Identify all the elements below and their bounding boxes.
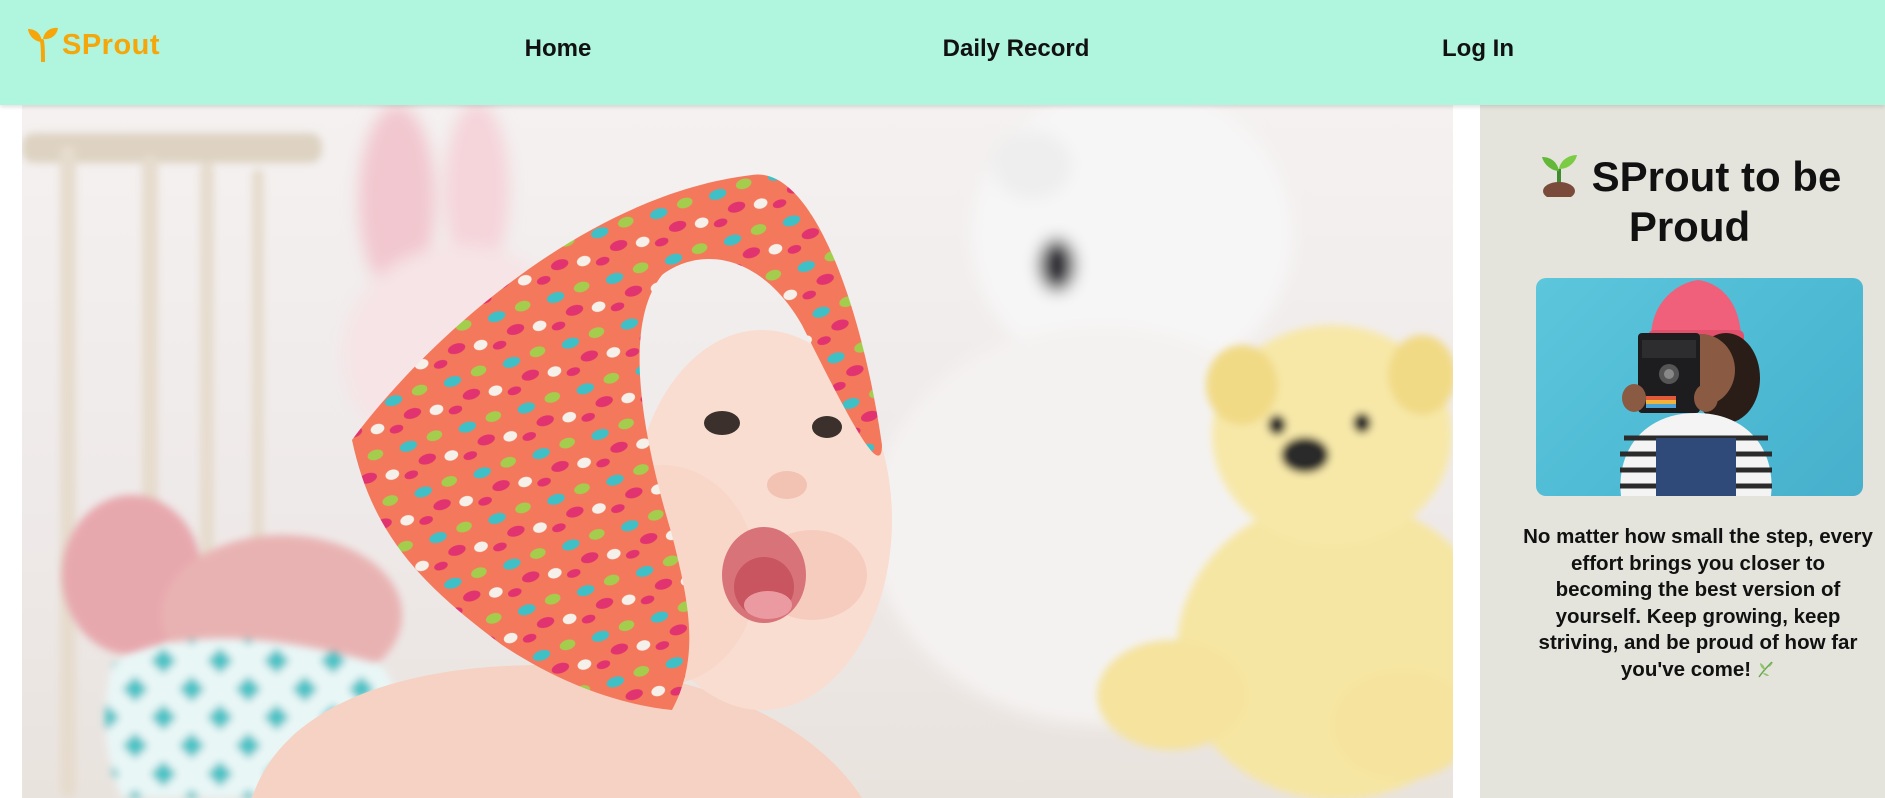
child-with-camera-image xyxy=(1536,278,1863,496)
seedling-icon xyxy=(1541,155,1577,197)
sidebar-title: SProut to be Proud xyxy=(1480,149,1885,252)
brand-name: SProut xyxy=(62,29,161,61)
child-camera-photo xyxy=(1620,280,1772,496)
sprout-logo-icon xyxy=(28,27,58,62)
sidebar-title-text: SProut to be Proud xyxy=(1591,153,1842,250)
hero-baby-photo xyxy=(22,105,1453,798)
nav-home-link[interactable]: Home xyxy=(525,35,592,63)
motivation-sidebar: SProut to be Proud No matter how small t… xyxy=(1480,105,1885,798)
nav-login-link[interactable]: Log In xyxy=(1442,35,1514,63)
herb-icon xyxy=(1758,660,1774,677)
top-navigation-bar: SProut Home Daily Record Log In xyxy=(0,0,1885,105)
hero-image xyxy=(22,105,1453,798)
brand-logo[interactable]: SProut xyxy=(26,26,160,62)
nav-daily-record-link[interactable]: Daily Record xyxy=(943,35,1090,63)
quote-text: No matter how small the step, every effo… xyxy=(1523,525,1873,681)
motivational-quote: No matter how small the step, every effo… xyxy=(1522,524,1874,683)
